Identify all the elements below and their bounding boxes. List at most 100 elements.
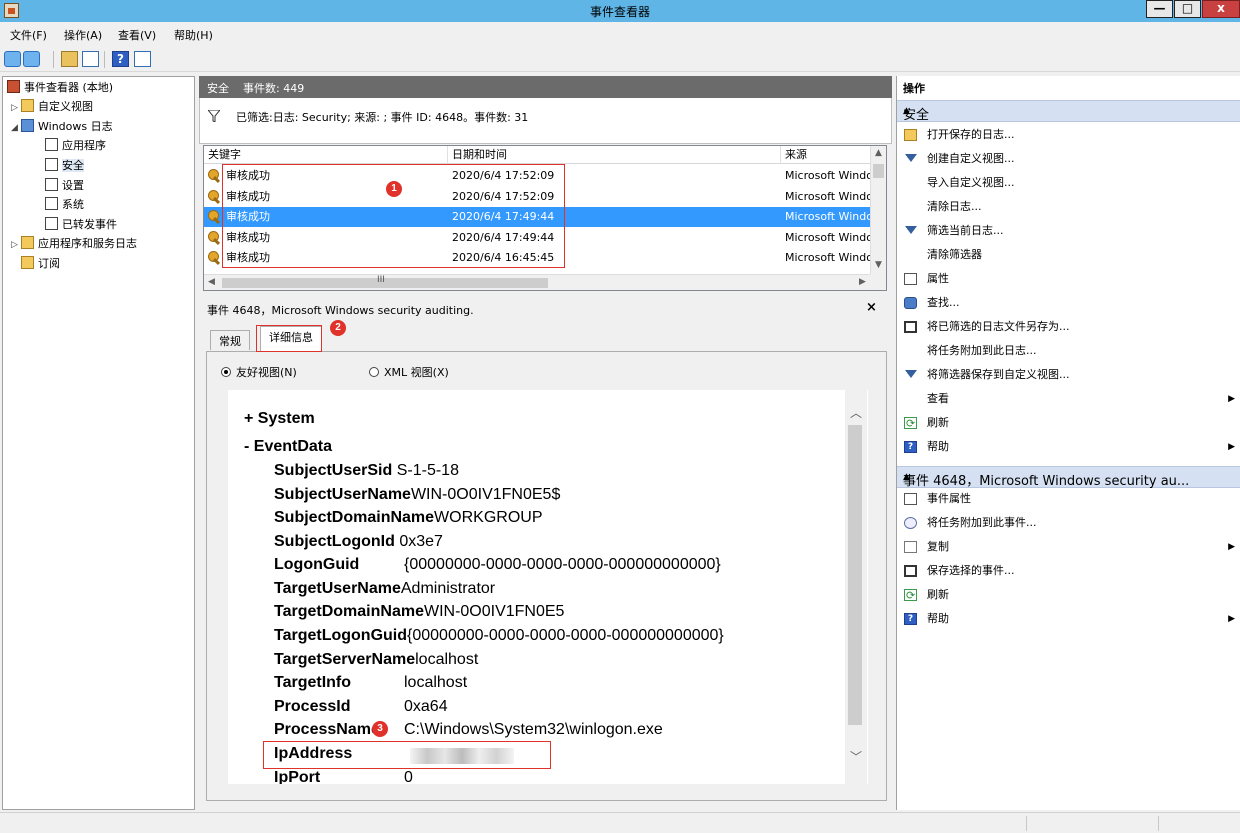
tree-item-system[interactable]: 系统 [45, 196, 84, 214]
event-data-scrollbar[interactable]: ︿ ﹀ [845, 390, 867, 784]
event-list-horizontal-scrollbar[interactable]: ◀ III ▶ [204, 274, 872, 290]
menu-action[interactable]: 操作(A) [64, 27, 102, 43]
save-icon [904, 565, 917, 577]
filter-description: 已筛选:日志: Security; 来源: ; 事件 ID: 4648。事件数:… [236, 111, 529, 124]
show-hide-action-pane-icon[interactable] [134, 51, 151, 67]
event-viewer-icon [7, 80, 20, 93]
actions-pane: 操作 安全 ▲ 打开保存的日志... 创建自定义视图... 导入自定义视图... … [896, 76, 1240, 810]
action-save-filtered-log[interactable]: 将已筛选的日志文件另存为... [897, 315, 1240, 339]
action-attach-task-to-event[interactable]: 将任务附加到此事件... [897, 511, 1240, 535]
scroll-thumb[interactable] [848, 425, 862, 725]
collapse-arrow-icon[interactable]: ◢ [11, 119, 21, 137]
copy-icon [904, 541, 917, 553]
action-import-custom-view[interactable]: 导入自定义视图... [897, 171, 1240, 195]
menu-file[interactable]: 文件(F) [10, 27, 47, 43]
annotation-badge-3: 3 [372, 721, 388, 737]
action-event-properties[interactable]: 事件属性 [897, 487, 1240, 511]
action-copy[interactable]: 复制 ▶ [897, 535, 1240, 559]
key-icon [208, 169, 219, 182]
tree-item-security[interactable]: 安全 [45, 157, 84, 175]
action-create-custom-view[interactable]: 创建自定义视图... [897, 147, 1240, 171]
binoculars-icon [904, 297, 917, 309]
properties-icon [904, 493, 917, 505]
log-icon [45, 217, 58, 230]
help-icon[interactable]: ? [112, 51, 129, 67]
minimize-button[interactable]: — [1146, 0, 1173, 18]
action-view[interactable]: 查看 ▶ [897, 387, 1240, 411]
eventdata-node-toggle[interactable]: - EventData [244, 438, 332, 456]
tree-item-apps-services-logs[interactable]: ▷ 应用程序和服务日志 [11, 235, 137, 253]
tree-item-setup[interactable]: 设置 [45, 177, 84, 195]
action-clear-log[interactable]: 清除日志... [897, 195, 1240, 219]
scroll-thumb[interactable]: III [222, 275, 548, 288]
action-attach-task-to-log[interactable]: 将任务附加到此日志... [897, 339, 1240, 363]
close-window-button[interactable]: x [1202, 0, 1240, 18]
column-header-datetime[interactable]: 日期和时间 [448, 146, 781, 164]
close-detail-icon[interactable]: × [866, 300, 877, 315]
forward-arrow-icon[interactable] [23, 51, 40, 67]
radio-unchecked-icon [369, 367, 379, 377]
scroll-left-icon[interactable]: ◀ [208, 277, 215, 287]
scroll-thumb[interactable] [873, 164, 884, 178]
scroll-up-icon[interactable]: ︿ [850, 404, 862, 421]
expand-arrow-icon[interactable]: ▷ [11, 236, 21, 254]
action-save-selected-events[interactable]: 保存选择的事件... [897, 559, 1240, 583]
system-node-toggle[interactable]: + System [244, 410, 315, 428]
annotation-box-ipaddress [263, 741, 551, 769]
column-header-keyword[interactable]: 关键字 [204, 146, 448, 164]
show-hide-tree-icon[interactable] [82, 51, 99, 67]
properties-icon [904, 273, 917, 285]
action-refresh-event[interactable]: 刷新 [897, 583, 1240, 608]
collapse-caret-icon[interactable]: ▲ [903, 106, 1235, 116]
action-open-saved-log[interactable]: 打开保存的日志... [897, 123, 1240, 147]
tree-item-subscriptions[interactable]: 订阅 [21, 255, 60, 273]
event-list-vertical-scrollbar[interactable]: ▲ ▼ [870, 146, 886, 274]
event-data-view: + System - EventData SubjectUserSid S-1-… [228, 390, 868, 784]
action-properties[interactable]: 属性 [897, 267, 1240, 291]
tree-item-application[interactable]: 应用程序 [45, 137, 106, 155]
action-clear-filter[interactable]: 清除筛选器 [897, 243, 1240, 267]
key-icon [208, 210, 219, 223]
action-help-event[interactable]: ? 帮助 ▶ [897, 607, 1240, 631]
expand-arrow-icon[interactable]: ▷ [11, 99, 21, 117]
actions-title: 操作 [903, 82, 925, 95]
scroll-down-icon[interactable]: ﹀ [850, 748, 862, 765]
event-detail-title: 事件 4648，Microsoft Windows security audit… [207, 304, 474, 317]
menu-view[interactable]: 查看(V) [118, 27, 156, 43]
action-save-filter-to-custom-view[interactable]: 将筛选器保存到自定义视图... [897, 363, 1240, 387]
annotation-box-details-tab [256, 325, 322, 352]
column-header-source[interactable]: 来源 [781, 146, 872, 164]
collapse-caret-icon[interactable]: ▲ [903, 472, 1235, 482]
action-find[interactable]: 查找... [897, 291, 1240, 315]
menu-help[interactable]: 帮助(H) [174, 27, 213, 43]
action-help[interactable]: ? 帮助 ▶ [897, 435, 1240, 459]
tab-general[interactable]: 常规 [210, 330, 250, 350]
friendly-view-radio[interactable]: 友好视图(N) [221, 364, 297, 380]
field-row: LogonGuid {00000000-0000-0000-0000-000000… [274, 556, 721, 573]
maximize-button[interactable]: □ [1174, 0, 1201, 18]
open-folder-icon [904, 129, 917, 141]
field-row: ProcessId 0xa64 [274, 698, 448, 715]
xml-view-radio[interactable]: XML 视图(X) [369, 364, 449, 380]
tree-item-windows-logs[interactable]: ◢ Windows 日志 [11, 118, 113, 136]
back-arrow-icon[interactable] [4, 51, 21, 67]
details-tab-panel: 友好视图(N) XML 视图(X) + System - EventData S… [206, 351, 887, 801]
actions-section-event[interactable]: 事件 4648，Microsoft Windows security au...… [897, 466, 1240, 489]
annotation-badge-1: 1 [386, 181, 402, 197]
help-icon: ? [904, 613, 917, 625]
tree-item-custom-views[interactable]: ▷ 自定义视图 [11, 98, 93, 116]
submenu-arrow-icon: ▶ [1228, 614, 1235, 624]
field-row: TargetUserNameAdministrator [274, 580, 496, 597]
field-row: SubjectLogonId 0x3e7 [274, 533, 443, 550]
actions-section-security[interactable]: 安全 ▲ [897, 100, 1240, 123]
tree-item-root[interactable]: 事件查看器 (本地) [7, 79, 113, 97]
scroll-up-icon[interactable]: ▲ [875, 148, 882, 158]
scroll-down-icon[interactable]: ▼ [875, 260, 882, 270]
subscription-icon [21, 256, 34, 269]
scroll-right-icon[interactable]: ▶ [859, 277, 866, 287]
up-folder-icon[interactable] [61, 51, 78, 67]
tree-item-forwarded-events[interactable]: 已转发事件 [45, 216, 117, 234]
action-filter-current-log[interactable]: 筛选当前日志... [897, 219, 1240, 243]
filter-icon [904, 225, 917, 237]
action-refresh[interactable]: 刷新 [897, 411, 1240, 436]
